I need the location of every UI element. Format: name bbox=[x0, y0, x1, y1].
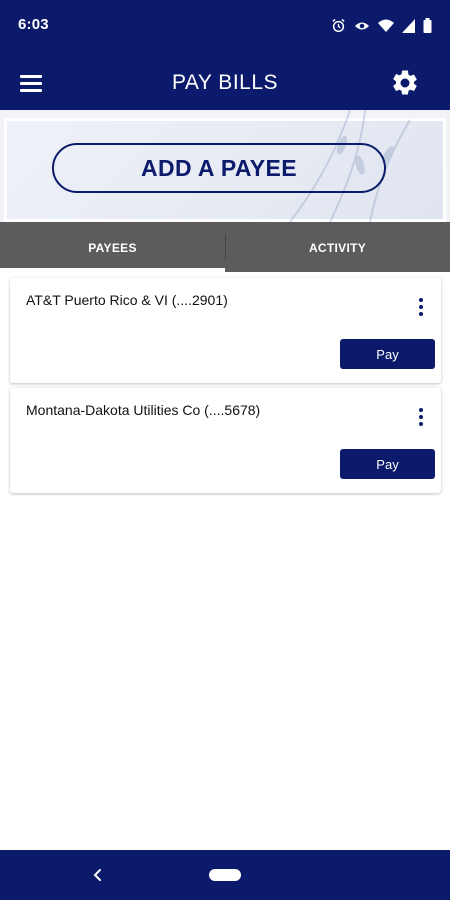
payee-card: Montana-Dakota Utilities Co (....5678) P… bbox=[10, 388, 441, 493]
pay-button[interactable]: Pay bbox=[340, 449, 435, 479]
payee-name: AT&T Puerto Rico & VI (....2901) bbox=[26, 292, 228, 308]
status-icons bbox=[331, 18, 432, 38]
add-payee-button[interactable]: ADD A PAYEE bbox=[52, 143, 386, 193]
hero-banner: ADD A PAYEE bbox=[0, 110, 450, 222]
tab-activity[interactable]: ACTIVITY bbox=[225, 222, 450, 272]
tab-bar: PAYEES ACTIVITY bbox=[0, 222, 450, 272]
payee-name: Montana-Dakota Utilities Co (....5678) bbox=[26, 402, 261, 418]
signal-icon bbox=[402, 18, 415, 38]
page-title: PAY BILLS bbox=[171, 71, 279, 94]
alarm-icon bbox=[331, 18, 346, 38]
status-time: 6:03 bbox=[18, 16, 49, 33]
wifi-icon bbox=[378, 19, 394, 38]
more-options-icon[interactable] bbox=[411, 296, 431, 318]
more-options-icon[interactable] bbox=[411, 406, 431, 428]
status-bar: 6:03 bbox=[0, 0, 450, 56]
system-nav-bar bbox=[0, 850, 450, 900]
payee-card: AT&T Puerto Rico & VI (....2901) Pay bbox=[10, 278, 441, 383]
battery-icon bbox=[423, 18, 432, 38]
tab-payees[interactable]: PAYEES bbox=[0, 222, 225, 272]
back-chevron-icon[interactable] bbox=[90, 866, 106, 884]
gear-icon[interactable] bbox=[390, 68, 420, 98]
home-pill-icon[interactable] bbox=[209, 869, 241, 881]
app-bar: PAY BILLS bbox=[0, 56, 450, 110]
eye-icon bbox=[354, 19, 370, 38]
pay-button[interactable]: Pay bbox=[340, 339, 435, 369]
